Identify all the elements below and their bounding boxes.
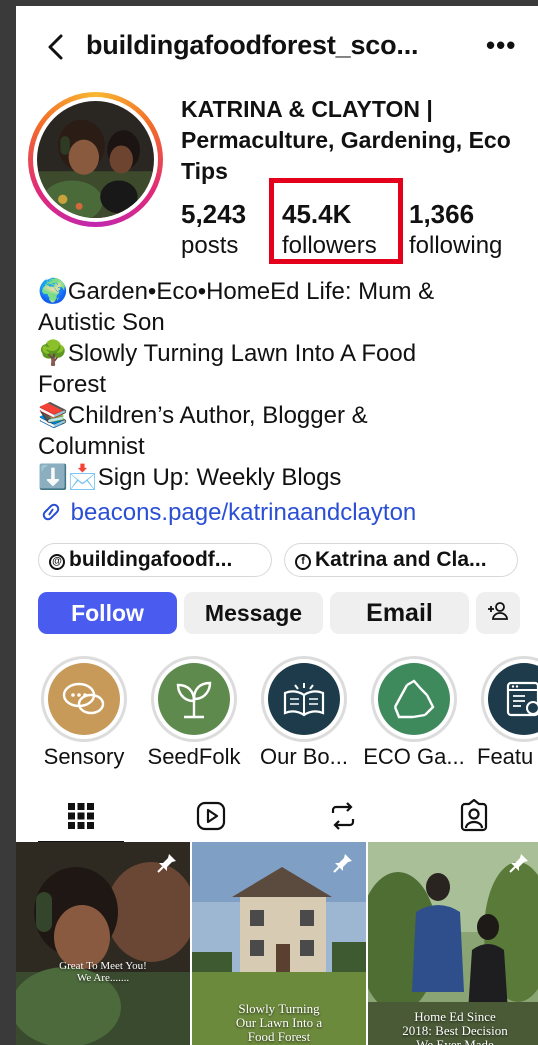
pin-icon [333,854,352,873]
highlight-eco-gardening[interactable]: ECO Ga... [363,656,465,769]
posts-grid: Great To Meet You! We Are....... Slowly … [16,842,538,1045]
highlight-label: Featu [477,744,534,769]
threads-icon: @ [49,554,65,570]
tagged-icon[interactable] [457,799,491,833]
link-chain-icon [42,503,60,521]
add-person-icon [488,602,508,620]
grid-icon[interactable] [64,799,98,833]
back-arrow-icon[interactable] [42,32,72,62]
following-count: 1,366 [409,199,475,229]
highlight-label: SeedFolk [147,744,241,769]
threads-chip[interactable]: @ buildingafoodf... [38,543,272,577]
open-book-icon [283,683,325,717]
profile-full-name: KATRINA & CLAYTON | Permaculture, Garden… [181,96,511,184]
highlight-label: ECO Ga... [363,744,465,769]
bio-line: 🌳Slowly Turning Lawn Into A Food [38,340,417,367]
threads-chip-label: buildingafoodf... [69,548,233,571]
highlight-sensory[interactable]: Sensory [41,656,127,769]
profile-link[interactable]: beacons.page/katrinaandclayton [38,499,416,527]
highlight-label: Sensory [43,744,125,769]
posts-label: posts [181,232,239,259]
post-caption: Slowly Turning Our Lawn Into a Food Fore… [235,1001,323,1044]
chat-bubbles-icon [62,682,105,715]
more-options-icon[interactable]: ••• [486,30,516,61]
bio-line: Forest [38,371,107,398]
profile-screen: buildingafoodforest_sco... ••• KATRINA &… [16,6,538,1045]
bio-line: 🌍Garden•Eco•HomeEd Life: Mum & [38,278,435,305]
avatar-story-ring[interactable] [28,92,163,227]
add-person-button[interactable] [476,592,520,634]
recycle-icon [393,679,435,719]
avatar [37,101,154,223]
facebook-icon: f [295,554,311,570]
follow-button[interactable]: Follow [38,592,177,634]
post-tile[interactable]: Great To Meet You! We Are....... [16,842,190,1045]
highlight-featured[interactable]: Featu [477,656,538,769]
pin-icon [157,854,176,873]
highlight-our-books[interactable]: Our Bo... [260,656,348,769]
reposts-icon[interactable] [326,799,360,833]
facebook-chip[interactable]: f Katrina and Cla... [284,543,518,577]
posts-count: 5,243 [181,199,247,229]
profile-username[interactable]: buildingafoodforest_sco... [86,30,419,61]
bio-line: ⬇️📩Sign Up: Weekly Blogs [38,464,342,491]
facebook-chip-label: Katrina and Cla... [315,548,487,571]
email-button[interactable]: Email [330,592,469,634]
profile-header: buildingafoodforest_sco... ••• [16,22,538,72]
post-tile[interactable]: Slowly Turning Our Lawn Into a Food Fore… [192,842,366,1045]
bio-line: Columnist [38,433,145,460]
following-label: following [409,232,503,259]
webpage-icon [506,681,538,717]
highlight-seedfolk[interactable]: SeedFolk [148,656,240,769]
profile-bio: 🌍Garden•Eco•HomeEd Life: Mum & Autistic … [38,276,528,493]
post-tile[interactable]: Home Ed Since 2018: Best Decision We Eve… [368,842,538,1045]
post-caption: Great To Meet You! We Are....... [59,960,147,984]
profile-tabs [16,791,538,845]
bio-line: 📚Children’s Author, Blogger & [38,402,368,429]
followers-highlight-box [269,178,403,264]
bio-line: Autistic Son [38,309,165,336]
post-caption: Home Ed Since 2018: Best Decision We Eve… [402,1009,508,1045]
reels-icon[interactable] [194,799,228,833]
message-button[interactable]: Message [184,592,323,634]
sprout-icon [176,681,212,719]
highlight-label: Our Bo... [259,744,349,769]
pin-icon [509,854,528,873]
profile-link-text: beacons.page/katrinaandclayton [70,499,417,526]
posts-stat[interactable]: 5,243 posts [181,198,246,262]
following-stat[interactable]: 1,366 following [409,198,502,262]
